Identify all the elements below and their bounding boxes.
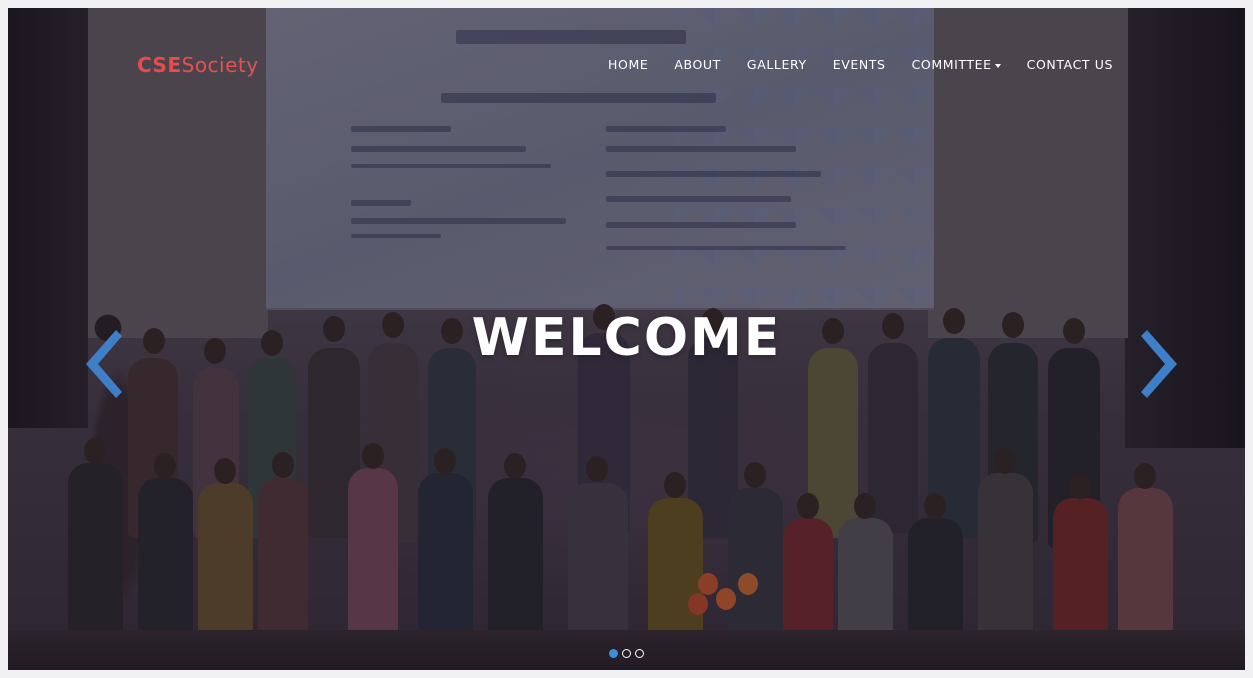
carousel-indicators: [8, 649, 1245, 658]
chevron-right-icon: [1141, 330, 1177, 398]
nav-menu: HOME ABOUT GALLERY EVENTS COMMITTEE CONT…: [582, 57, 1113, 72]
chevron-left-icon: [86, 330, 122, 398]
hero-carousel: CSESociety HOME ABOUT GALLERY EVENTS COM…: [8, 8, 1245, 670]
nav-item-about[interactable]: ABOUT: [674, 57, 721, 72]
nav-item-home[interactable]: HOME: [608, 57, 648, 72]
brand-logo[interactable]: CSESociety: [137, 53, 259, 77]
carousel-indicator-2[interactable]: [622, 649, 631, 658]
nav-item-contact-us[interactable]: CONTACT US: [1027, 57, 1113, 72]
brand-logo-part1: CSE: [137, 53, 182, 77]
carousel-next-button[interactable]: [1137, 328, 1181, 400]
nav-item-gallery[interactable]: GALLERY: [747, 57, 807, 72]
nav-item-committee[interactable]: COMMITTEE: [912, 57, 1001, 72]
brand-logo-part2: Society: [181, 53, 259, 77]
navbar: CSESociety HOME ABOUT GALLERY EVENTS COM…: [8, 8, 1245, 124]
carousel-indicator-1[interactable]: [609, 649, 618, 658]
hero-headline: WELCOME: [471, 308, 782, 368]
nav-item-committee-label: COMMITTEE: [911, 57, 992, 72]
caret-down-icon: [994, 63, 1001, 68]
carousel-prev-button[interactable]: [82, 328, 126, 400]
nav-item-events[interactable]: EVENTS: [833, 57, 886, 72]
carousel-indicator-3[interactable]: [635, 649, 644, 658]
